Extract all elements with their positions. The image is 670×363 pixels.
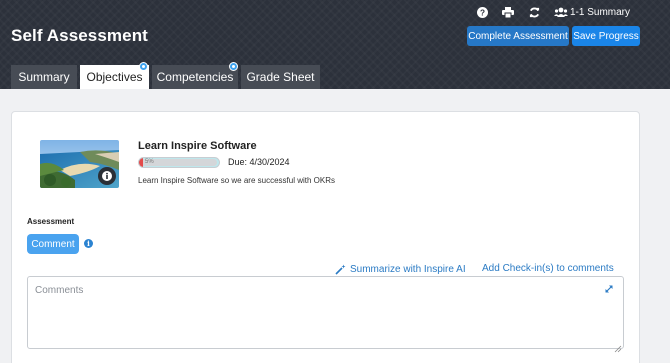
complete-assessment-button[interactable]: Complete Assessment — [467, 26, 569, 46]
summarize-label: Summarize with Inspire AI — [350, 263, 466, 275]
add-checkins-link[interactable]: Add Check-in(s) to comments — [482, 263, 614, 274]
comment-button[interactable]: Comment — [27, 234, 79, 254]
tab-objectives[interactable]: Objectives — [80, 62, 149, 89]
expand-icon[interactable] — [604, 281, 614, 293]
app-header: Self Assessment ? 1-1 Summary Complete A… — [0, 0, 670, 89]
magic-wand-icon — [334, 263, 346, 275]
notification-badge-icon — [229, 62, 238, 71]
print-icon[interactable] — [500, 4, 516, 20]
page-title: Self Assessment — [11, 26, 148, 45]
tab-label: Competencies — [156, 70, 234, 84]
svg-text:?: ? — [479, 8, 484, 17]
objective-title[interactable]: Learn Inspire Software — [138, 140, 257, 152]
objective-info-icon[interactable] — [98, 167, 116, 185]
tab-label: Objectives — [86, 70, 143, 84]
tab-competencies[interactable]: Competencies — [152, 62, 238, 89]
tab-grade-sheet[interactable]: Grade Sheet — [241, 65, 320, 89]
header-toolbar: ? — [474, 4, 542, 20]
objective-description: Learn Inspire Software so we are success… — [138, 176, 335, 185]
due-date: Due: 4/30/2024 — [228, 157, 290, 167]
one-on-one-summary-link[interactable]: 1-1 Summary — [553, 4, 630, 20]
summarize-ai-link[interactable]: Summarize with Inspire AI — [334, 263, 466, 275]
comments-textarea[interactable] — [27, 276, 624, 349]
refresh-icon[interactable] — [526, 4, 542, 20]
progress-label: 5% — [145, 159, 154, 165]
objective-progress-bar: 5% — [138, 157, 220, 168]
tab-label: Summary — [18, 70, 70, 84]
save-progress-button[interactable]: Save Progress — [572, 26, 640, 46]
resize-handle-icon[interactable] — [614, 340, 622, 353]
progress-fill — [139, 158, 143, 167]
help-icon[interactable]: ? — [474, 4, 490, 20]
tab-summary[interactable]: Summary — [11, 65, 77, 89]
summary-label: 1-1 Summary — [570, 6, 631, 18]
tab-label: Grade Sheet — [246, 70, 315, 84]
notification-badge-icon — [139, 62, 148, 71]
info-icon[interactable]: i — [84, 239, 93, 248]
assessment-label: Assessment — [27, 217, 75, 226]
users-icon — [553, 4, 568, 20]
